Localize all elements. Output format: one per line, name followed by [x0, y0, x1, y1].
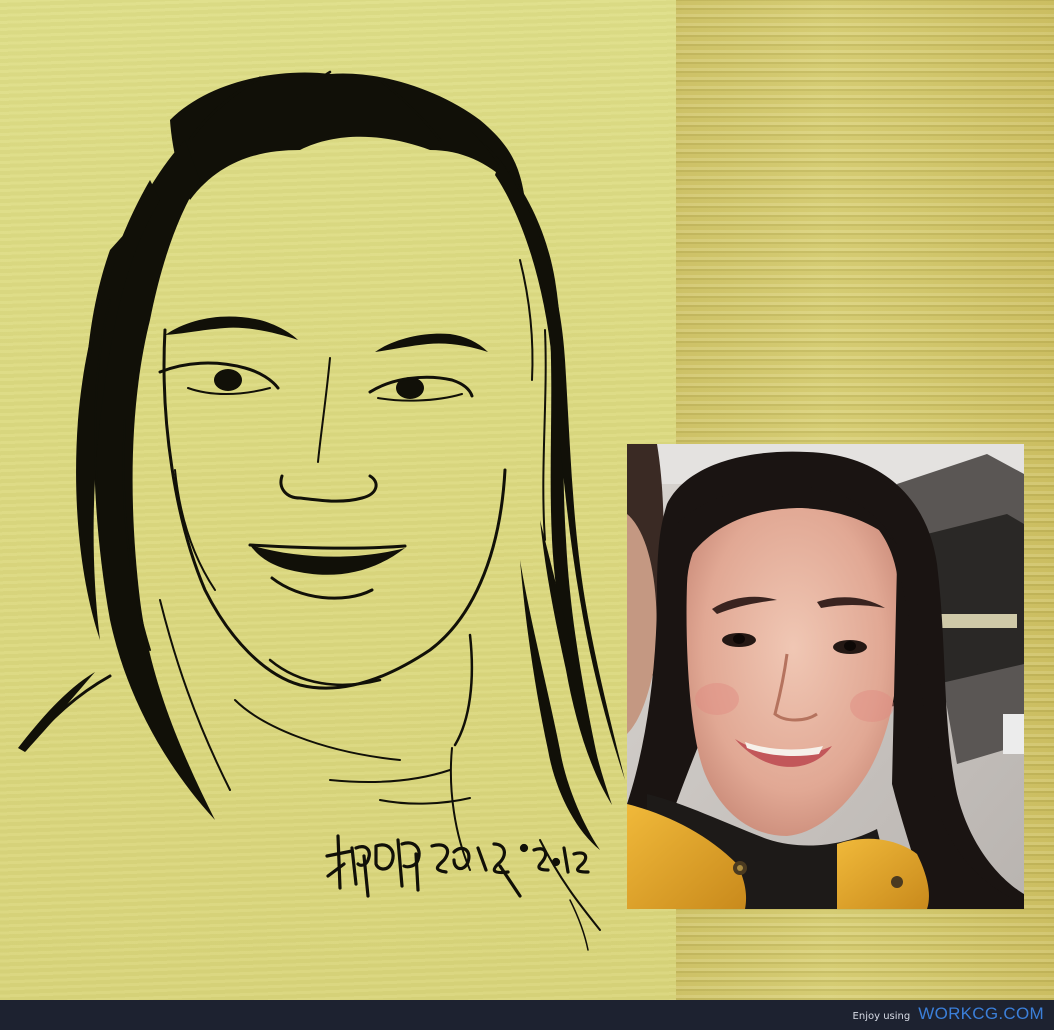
footer-credit: Enjoy using WORKCG.COM	[853, 1004, 1044, 1024]
footer-brand-link[interactable]: WORKCG.COM	[918, 1004, 1044, 1024]
artwork-stage	[0, 0, 1054, 1000]
artist-signature	[325, 834, 590, 898]
footer-prefix: Enjoy using	[852, 1011, 911, 1022]
footer-bar: Enjoy using WORKCG.COM	[0, 1000, 1054, 1030]
reference-photo-image	[627, 444, 1024, 909]
reference-photo	[627, 444, 1024, 909]
